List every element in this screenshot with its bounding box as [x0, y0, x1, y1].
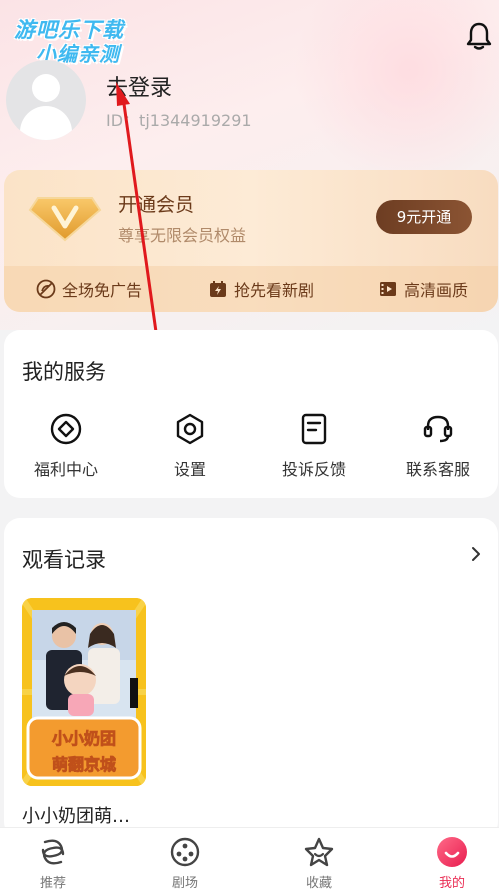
- film-icon: [380, 282, 396, 296]
- user-id: ID：tj1344919291: [106, 111, 252, 130]
- service-welfare-center[interactable]: 福利中心: [16, 412, 116, 480]
- star-icon: [304, 837, 334, 867]
- chevron-right-icon[interactable]: [468, 544, 484, 564]
- bottom-tab-bar: 推荐 剧场 收藏 我的: [0, 827, 499, 894]
- service-customer-support[interactable]: 联系客服: [388, 412, 488, 480]
- avatar-body-shape: [20, 106, 72, 140]
- settings-hexagon-icon: [176, 413, 204, 445]
- service-label: 投诉反馈: [281, 460, 346, 479]
- mine-face-icon: [437, 837, 467, 867]
- no-ads-icon: [36, 279, 56, 299]
- watermark: 游吧乐下载 小编亲测: [8, 12, 158, 66]
- avatar[interactable]: [6, 60, 86, 140]
- headset-icon: [423, 415, 453, 443]
- calendar-lightning-icon: [210, 281, 226, 297]
- service-settings[interactable]: 设置: [140, 412, 240, 480]
- tab-label: 推荐: [39, 876, 66, 891]
- history-item-title[interactable]: 小小奶团萌…: [22, 802, 130, 828]
- tab-mine[interactable]: 我的: [412, 836, 492, 891]
- vip-title: 开通会员: [118, 194, 195, 216]
- services-card: 我的服务 福利中心 设置 投诉反馈 联系客服: [4, 330, 498, 498]
- tab-favorites[interactable]: 收藏: [279, 836, 359, 891]
- services-title: 我的服务: [22, 360, 106, 384]
- service-label: 福利中心: [33, 460, 98, 479]
- vip-feature-label: 高清画质: [404, 281, 469, 300]
- vip-feature-no-ads: 全场免广告: [36, 277, 142, 301]
- history-poster[interactable]: 小小奶团 萌翻京城: [22, 598, 146, 786]
- tab-recommend[interactable]: 推荐: [13, 836, 93, 891]
- vip-card[interactable]: 开通会员 尊享无限会员权益 9元开通 全场免广告 抢先看新剧 高清画质: [4, 170, 498, 312]
- service-label: 设置: [173, 460, 206, 479]
- vip-features: 全场免广告 抢先看新剧 高清画质: [4, 266, 498, 312]
- tab-label: 我的: [438, 876, 465, 891]
- notification-bell-icon[interactable]: [463, 20, 495, 52]
- document-icon: [301, 413, 327, 445]
- recommend-icon: [41, 839, 65, 865]
- service-feedback[interactable]: 投诉反馈: [264, 412, 364, 480]
- service-label: 联系客服: [405, 460, 470, 479]
- vip-open-button[interactable]: 9元开通: [376, 200, 472, 234]
- tab-label: 剧场: [171, 876, 198, 891]
- vip-badge-icon: [28, 197, 102, 242]
- vip-feature-label: 抢先看新剧: [234, 281, 315, 300]
- history-title: 观看记录: [22, 548, 106, 572]
- poster-thumbnail-icon: 小小奶团 萌翻京城: [22, 598, 146, 786]
- vip-feature-early-access: 抢先看新剧: [208, 277, 314, 301]
- poster-text-1: 小小奶团: [52, 729, 116, 748]
- vip-feature-label: 全场免广告: [62, 281, 143, 300]
- poster-text-2: 萌翻京城: [52, 755, 116, 774]
- history-card: 观看记录 小小奶团 萌翻京城 小小奶团萌…: [4, 518, 498, 838]
- avatar-head-shape: [32, 74, 60, 102]
- login-link[interactable]: 去登录: [106, 70, 172, 102]
- vip-subtitle: 尊享无限会员权益: [118, 226, 247, 245]
- tab-label: 收藏: [305, 876, 332, 891]
- diamond-icon: [50, 413, 82, 445]
- vip-feature-hd: 高清画质: [378, 277, 468, 301]
- theater-icon: [170, 837, 200, 867]
- tab-theater[interactable]: 剧场: [145, 836, 225, 891]
